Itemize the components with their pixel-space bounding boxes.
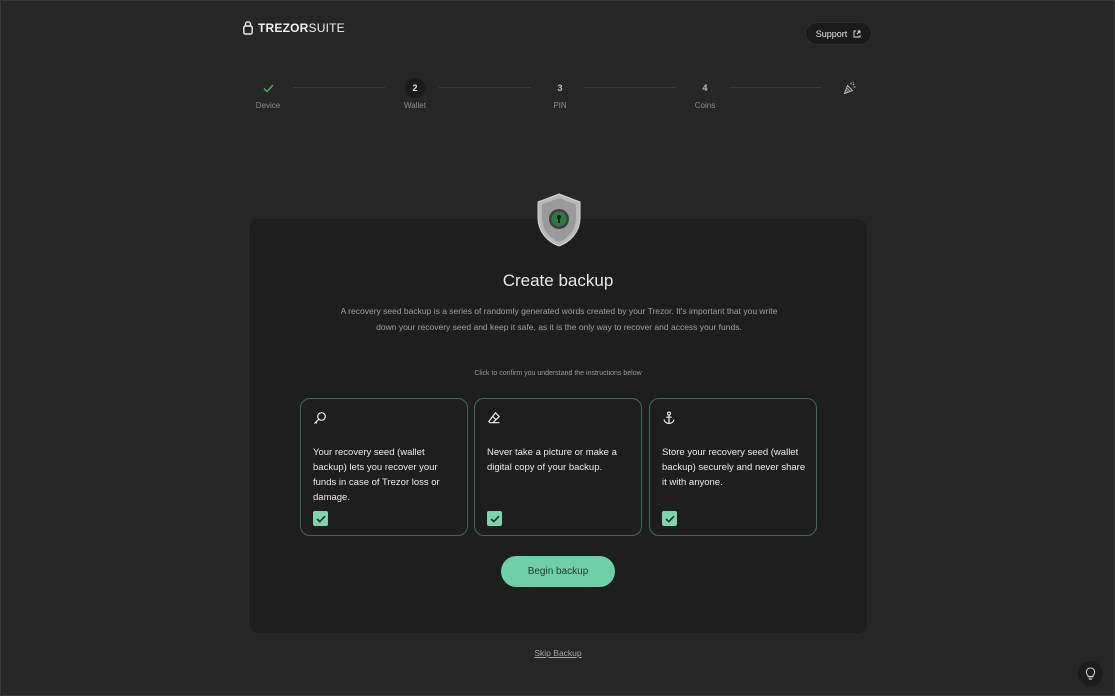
begin-backup-button[interactable]: Begin backup bbox=[501, 556, 615, 587]
tile-checkbox[interactable] bbox=[313, 511, 328, 526]
step-connector bbox=[584, 87, 676, 88]
checkmark-icon bbox=[489, 515, 500, 523]
step-number: 4 bbox=[702, 83, 708, 93]
tips-button[interactable] bbox=[1078, 661, 1103, 686]
tile-checkbox[interactable] bbox=[662, 511, 677, 526]
step-number: 2 bbox=[405, 78, 425, 98]
step-label: Wallet bbox=[404, 101, 426, 110]
step-wallet: 2 Wallet bbox=[385, 78, 445, 110]
shield-lock-icon bbox=[537, 193, 581, 247]
key-icon bbox=[314, 412, 326, 424]
confirm-hint: Click to confirm you understand the inst… bbox=[474, 370, 642, 377]
step-pin: 3 PIN bbox=[530, 78, 590, 110]
anchor-icon bbox=[663, 411, 675, 425]
page-title: Create backup bbox=[502, 271, 614, 290]
party-popper-icon bbox=[843, 81, 856, 95]
step-connector bbox=[439, 87, 531, 88]
app-window: TREZORSUITE Support Device 2 Wallet 3 PI… bbox=[0, 0, 1115, 696]
checkmark-icon bbox=[664, 515, 675, 523]
instruction-tile-recover[interactable]: Your recovery seed (wallet backup) lets … bbox=[300, 398, 468, 536]
onboarding-stepper: Device 2 Wallet 3 PIN 4 Coins bbox=[1, 1, 1115, 121]
backup-description: A recovery seed backup is a series of ra… bbox=[340, 306, 778, 332]
step-connector bbox=[293, 87, 385, 88]
step-number: 3 bbox=[557, 83, 563, 93]
step-coins: 4 Coins bbox=[675, 78, 735, 110]
skip-backup-link[interactable]: Skip Backup bbox=[249, 648, 867, 658]
tile-text: Store your recovery seed (wallet backup)… bbox=[662, 447, 806, 488]
step-label: PIN bbox=[553, 101, 567, 110]
tile-text: Your recovery seed (wallet backup) lets … bbox=[313, 447, 440, 503]
step-device: Device bbox=[238, 78, 298, 110]
instruction-tile-store[interactable]: Store your recovery seed (wallet backup)… bbox=[649, 398, 817, 536]
tile-checkbox[interactable] bbox=[487, 511, 502, 526]
step-connector bbox=[729, 87, 821, 88]
checkmark-icon bbox=[315, 515, 326, 523]
instruction-tile-no-copy[interactable]: Never take a picture or make a digital c… bbox=[474, 398, 642, 536]
step-done-check-icon bbox=[258, 78, 278, 98]
eraser-icon bbox=[488, 411, 501, 424]
lightbulb-icon bbox=[1085, 667, 1096, 680]
step-label: Device bbox=[255, 101, 281, 110]
step-label: Coins bbox=[694, 101, 716, 110]
tile-text: Never take a picture or make a digital c… bbox=[487, 447, 617, 473]
